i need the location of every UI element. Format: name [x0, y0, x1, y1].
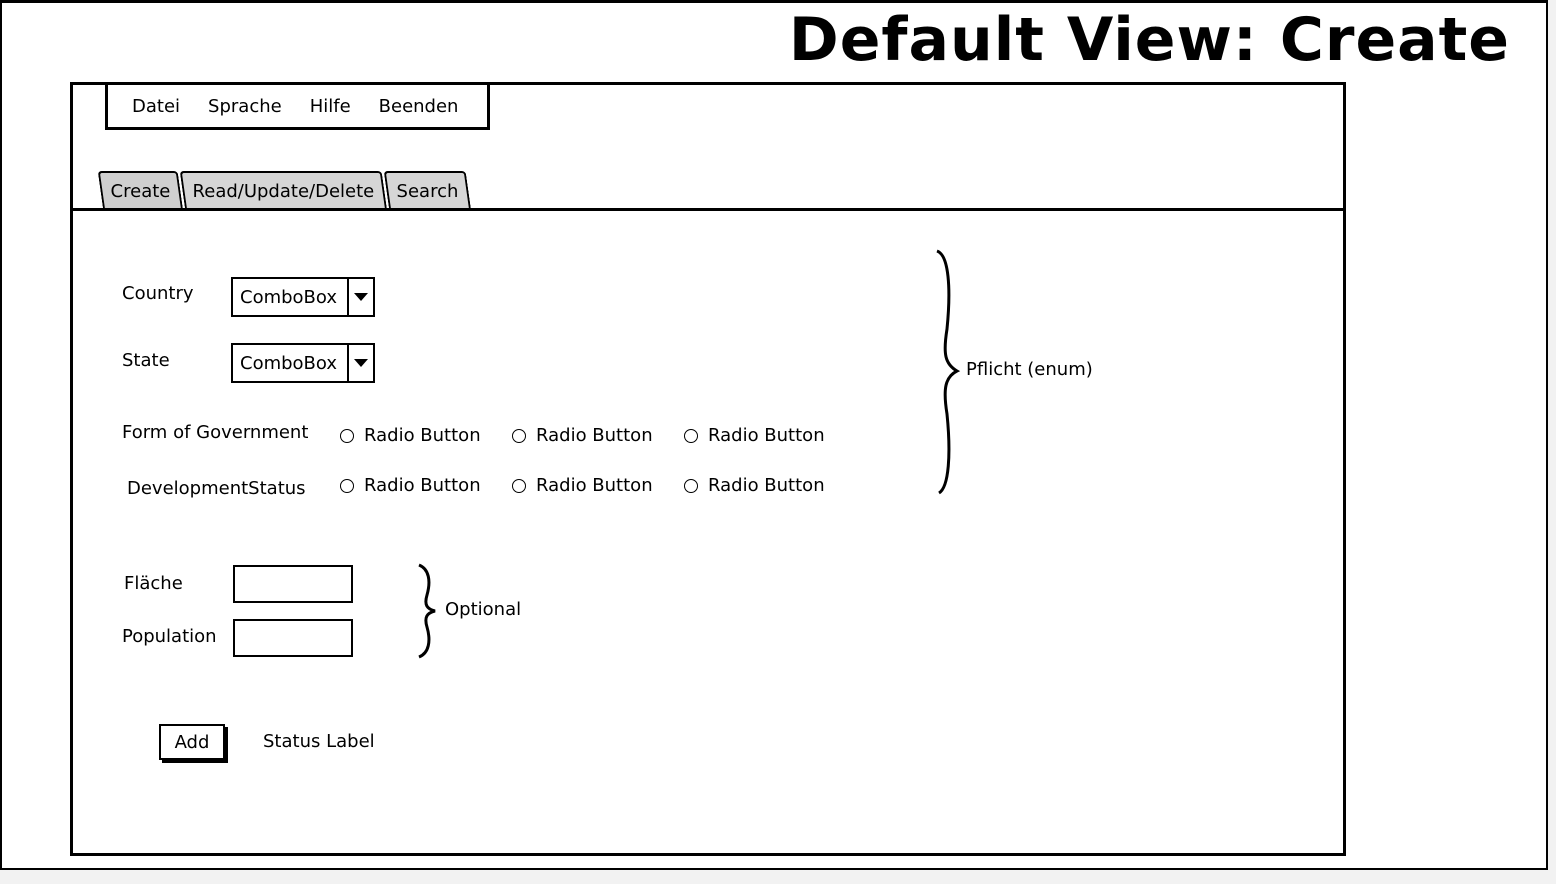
population-label: Population [122, 626, 217, 647]
tab-rud-label: Read/Update/Delete [192, 180, 374, 202]
radio-label: Radio Button [708, 425, 825, 446]
development-radio-2[interactable]: Radio Button [512, 475, 653, 496]
state-label: State [122, 350, 170, 371]
area-label: Fläche [124, 573, 183, 594]
tab-divider [73, 208, 1343, 211]
government-radio-2[interactable]: Radio Button [512, 425, 653, 446]
country-combobox-button[interactable] [347, 279, 373, 315]
government-radio-3[interactable]: Radio Button [684, 425, 825, 446]
status-label: Status Label [263, 731, 375, 752]
tab-bar: Create Read/Update/Delete Search [97, 171, 472, 209]
country-combobox[interactable]: ComboBox [231, 277, 375, 317]
country-combobox-value: ComboBox [240, 286, 338, 308]
tab-create-label: Create [110, 180, 171, 202]
tab-create[interactable]: Create [97, 171, 183, 209]
state-combobox[interactable]: ComboBox [231, 343, 375, 383]
country-label: Country [122, 283, 194, 304]
tab-search-label: Search [395, 180, 458, 202]
menu-item-beenden[interactable]: Beenden [379, 96, 459, 117]
radio-circle-icon [512, 478, 526, 493]
app-window: Datei Sprache Hilfe Beenden Create Read/… [70, 82, 1346, 856]
tab-read-update-delete[interactable]: Read/Update/Delete [179, 171, 387, 209]
development-label: DevelopmentStatus [127, 478, 306, 499]
radio-label: Radio Button [536, 425, 653, 446]
menu-item-datei[interactable]: Datei [132, 96, 180, 117]
radio-label: Radio Button [364, 475, 481, 496]
mockup-frame: Default View: Create Datei Sprache Hilfe… [0, 0, 1548, 870]
radio-circle-icon [684, 428, 698, 443]
optional-annotation: Optional [445, 599, 522, 620]
tab-search[interactable]: Search [383, 171, 471, 209]
development-radio-3[interactable]: Radio Button [684, 475, 825, 496]
radio-circle-icon [340, 428, 354, 443]
required-brace-icon [936, 249, 961, 495]
radio-circle-icon [340, 478, 354, 493]
population-input[interactable] [233, 619, 353, 657]
menu-item-sprache[interactable]: Sprache [208, 96, 282, 117]
menu-item-hilfe[interactable]: Hilfe [310, 96, 351, 117]
government-label: Form of Government [122, 422, 309, 443]
area-input[interactable] [233, 565, 353, 603]
radio-circle-icon [684, 478, 698, 493]
page-title: Default View: Create [788, 5, 1510, 75]
development-radio-1[interactable]: Radio Button [340, 475, 481, 496]
state-combobox-value: ComboBox [240, 352, 338, 374]
radio-label: Radio Button [364, 425, 481, 446]
state-combobox-button[interactable] [347, 345, 373, 381]
radio-label: Radio Button [708, 475, 825, 496]
add-button[interactable]: Add [159, 724, 225, 760]
menu-bar: Datei Sprache Hilfe Beenden [105, 85, 490, 130]
required-annotation: Pflicht (enum) [966, 359, 1093, 380]
chevron-down-icon [354, 359, 368, 367]
optional-brace-icon [418, 563, 436, 659]
chevron-down-icon [354, 293, 368, 301]
radio-label: Radio Button [536, 475, 653, 496]
radio-circle-icon [512, 428, 526, 443]
government-radio-1[interactable]: Radio Button [340, 425, 481, 446]
